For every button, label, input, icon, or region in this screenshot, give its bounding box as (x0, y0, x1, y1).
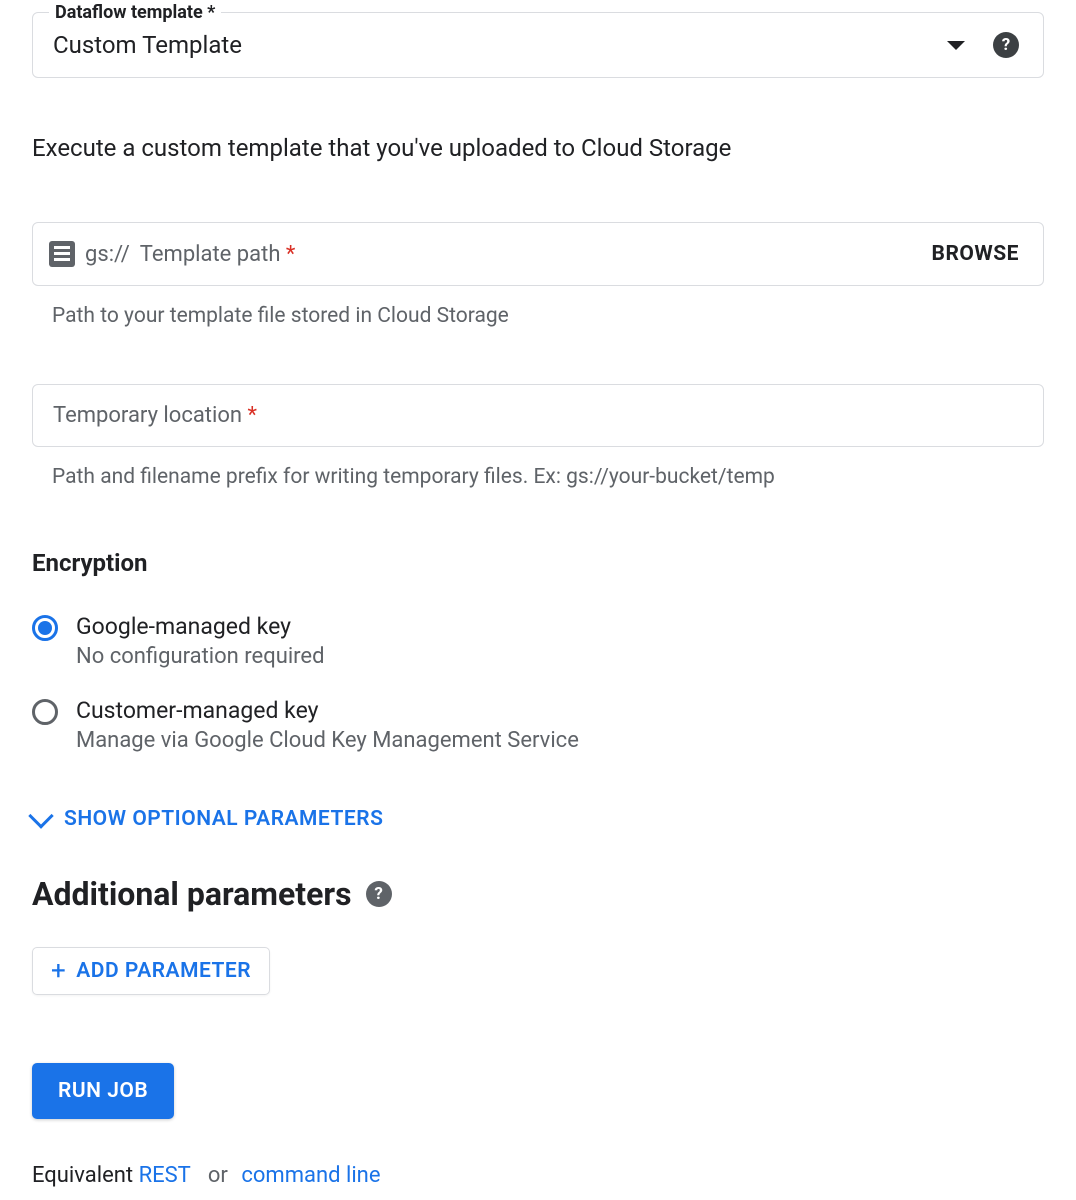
dataflow-template-select[interactable]: Dataflow template * Custom Template ? (32, 12, 1044, 78)
browse-button[interactable]: BROWSE (932, 242, 1019, 266)
template-path-placeholder: Template path * (140, 242, 922, 267)
dataflow-template-value: Custom Template (53, 31, 242, 59)
radio-icon (32, 699, 58, 725)
radio-subtitle: No configuration required (76, 644, 325, 669)
radio-subtitle: Manage via Google Cloud Key Management S… (76, 728, 579, 753)
equivalent-text: Equivalent REST or command line (32, 1163, 1044, 1188)
dataflow-template-label: Dataflow template * (49, 2, 221, 23)
rest-link[interactable]: REST (139, 1163, 191, 1188)
add-parameter-button[interactable]: + ADD PARAMETER (32, 947, 270, 995)
temporary-location-placeholder: Temporary location * (53, 403, 257, 428)
gs-prefix: gs:// (85, 242, 130, 267)
encryption-header: Encryption (32, 549, 1044, 577)
plus-icon: + (51, 958, 66, 984)
help-icon[interactable]: ? (366, 881, 392, 907)
template-description: Execute a custom template that you've up… (32, 134, 1044, 162)
radio-icon (32, 615, 58, 641)
radio-title: Customer-managed key (76, 697, 579, 724)
run-job-button[interactable]: RUN JOB (32, 1063, 174, 1119)
additional-parameters-header: Additional parameters ? (32, 875, 1044, 913)
command-line-link[interactable]: command line (241, 1163, 380, 1188)
show-optional-toggle[interactable]: SHOW OPTIONAL PARAMETERS (32, 807, 1044, 831)
encryption-radio-group: Google-managed key No configuration requ… (32, 613, 1044, 753)
show-optional-label: SHOW OPTIONAL PARAMETERS (64, 807, 383, 831)
template-path-help: Path to your template file stored in Clo… (52, 304, 1044, 328)
chevron-down-icon (28, 803, 53, 828)
help-icon[interactable]: ? (993, 32, 1019, 58)
file-icon (49, 241, 75, 267)
dropdown-arrow-icon (947, 41, 965, 50)
radio-title: Google-managed key (76, 613, 325, 640)
encryption-option-google[interactable]: Google-managed key No configuration requ… (32, 613, 1044, 669)
encryption-option-customer[interactable]: Customer-managed key Manage via Google C… (32, 697, 1044, 753)
temporary-location-help: Path and filename prefix for writing tem… (52, 465, 1044, 489)
add-parameter-label: ADD PARAMETER (76, 959, 251, 983)
template-path-input[interactable]: gs:// Template path * BROWSE (32, 222, 1044, 286)
temporary-location-input[interactable]: Temporary location * (32, 384, 1044, 447)
